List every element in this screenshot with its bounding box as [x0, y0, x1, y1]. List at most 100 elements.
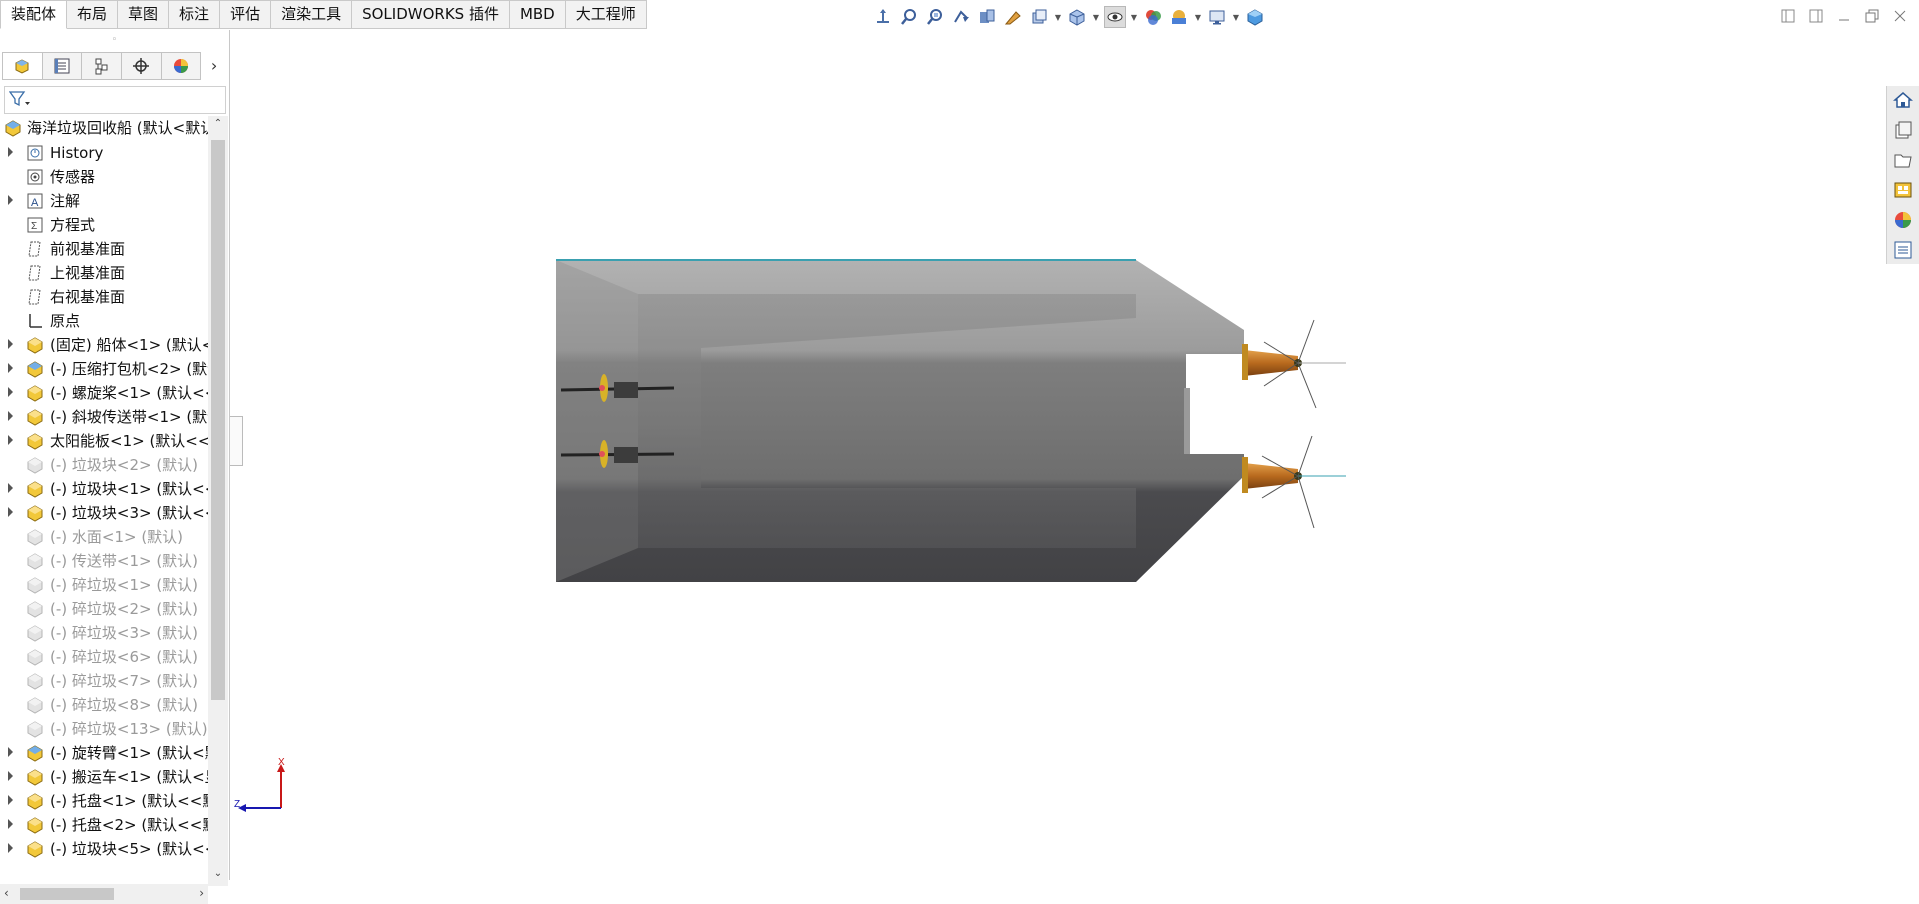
chevron-down-icon[interactable]: ▼: [1092, 6, 1100, 28]
expand-arrow-icon[interactable]: [8, 147, 13, 157]
tab-7[interactable]: MBD: [509, 0, 566, 29]
display-style-icon[interactable]: [1066, 6, 1088, 28]
tree-root[interactable]: 海洋垃圾回收船 (默认<默认: [0, 116, 208, 140]
tab-6[interactable]: SOLIDWORKS 插件: [352, 0, 510, 29]
view-palette-icon[interactable]: [1893, 180, 1913, 200]
model-viewport[interactable]: [556, 258, 1346, 598]
tree-item[interactable]: (-) 碎垃圾<6> (默认): [0, 645, 208, 669]
expand-arrow-icon[interactable]: [8, 435, 13, 445]
scroll-thumb[interactable]: [20, 888, 114, 900]
dynamic-annotation-icon[interactable]: [1002, 6, 1024, 28]
tree-item[interactable]: (-) 压缩打包机<2> (默认: [0, 357, 208, 381]
edit-appearance-icon[interactable]: [1142, 6, 1164, 28]
expand-arrow-icon[interactable]: [8, 195, 13, 205]
tree-item[interactable]: (-) 碎垃圾<2> (默认): [0, 597, 208, 621]
tree-item[interactable]: (-) 斜坡传送带<1> (默认: [0, 405, 208, 429]
configurationmanager-icon[interactable]: [82, 52, 122, 80]
scroll-thumb[interactable]: [211, 140, 225, 700]
tab-3[interactable]: 标注: [169, 0, 221, 29]
tree-item[interactable]: (-) 垃圾块<2> (默认): [0, 453, 208, 477]
filter-icon[interactable]: [8, 90, 31, 112]
view-cube-icon[interactable]: [1244, 6, 1266, 28]
tree-item[interactable]: (-) 螺旋桨<1> (默认<<: [0, 381, 208, 405]
tree-item[interactable]: 前视基准面: [0, 237, 208, 261]
close-icon[interactable]: [1889, 6, 1911, 26]
tree-item[interactable]: (-) 碎垃圾<13> (默认): [0, 717, 208, 741]
tree-item[interactable]: (-) 垃圾块<5> (默认<<: [0, 837, 208, 861]
restore-icon[interactable]: [1861, 6, 1883, 26]
zoom-to-fit-icon[interactable]: [898, 6, 920, 28]
file-explorer-icon[interactable]: [1893, 150, 1913, 170]
tree-item[interactable]: (-) 碎垃圾<1> (默认): [0, 573, 208, 597]
tab-8[interactable]: 大工程师: [565, 0, 647, 29]
tree-item[interactable]: (-) 旋转臂<1> (默认<默: [0, 741, 208, 765]
tab-4[interactable]: 评估: [220, 0, 272, 29]
minimize-icon[interactable]: [1833, 6, 1855, 26]
apply-scene-icon[interactable]: [1168, 6, 1190, 28]
tree-item[interactable]: 太阳能板<1> (默认<<默: [0, 429, 208, 453]
featuremanager-icon[interactable]: [2, 52, 43, 80]
tree-item[interactable]: (-) 搬运车<1> (默认<显: [0, 765, 208, 789]
tree-item[interactable]: 右视基准面: [0, 285, 208, 309]
displaymanager-icon[interactable]: [161, 52, 202, 80]
appearances-icon[interactable]: [1893, 210, 1913, 230]
tree-vertical-scrollbar[interactable]: ⌃ ⌄: [208, 116, 228, 886]
view-orientation-icon[interactable]: [872, 6, 894, 28]
expand-arrow-icon[interactable]: [8, 819, 13, 829]
propeller-lower[interactable]: [1242, 435, 1346, 529]
propertymanager-icon[interactable]: [42, 52, 83, 80]
expand-arrow-icon[interactable]: [8, 483, 13, 493]
hull-body[interactable]: [556, 259, 1244, 582]
tree-item[interactable]: (-) 水面<1> (默认): [0, 525, 208, 549]
tree-item[interactable]: (-) 托盘<1> (默认<<默: [0, 789, 208, 813]
tab-5[interactable]: 渲染工具: [271, 0, 353, 29]
tree-item[interactable]: (-) 传送带<1> (默认): [0, 549, 208, 573]
tree-item[interactable]: Σ 方程式: [0, 213, 208, 237]
view-settings-icon[interactable]: [1206, 6, 1228, 28]
view-type-icon[interactable]: [1028, 6, 1050, 28]
expand-arrow-icon[interactable]: [8, 339, 13, 349]
tile-left-icon[interactable]: [1777, 6, 1799, 26]
tab-1[interactable]: 布局: [67, 0, 119, 29]
scroll-down-icon[interactable]: ⌄: [212, 868, 224, 884]
expand-arrow-icon[interactable]: [8, 363, 13, 373]
expand-arrow-icon[interactable]: [8, 795, 13, 805]
tile-right-icon[interactable]: [1805, 6, 1827, 26]
expand-arrow-icon[interactable]: [8, 411, 13, 421]
chevron-down-icon[interactable]: ▼: [1194, 6, 1202, 28]
chevron-right-icon[interactable]: ›: [201, 52, 227, 78]
tree-item[interactable]: (-) 碎垃圾<7> (默认): [0, 669, 208, 693]
design-library-icon[interactable]: [1893, 120, 1913, 140]
panel-collapse-handle[interactable]: [230, 416, 243, 466]
tree-item[interactable]: A 注解: [0, 189, 208, 213]
tree-item[interactable]: 传感器: [0, 165, 208, 189]
tree-item[interactable]: (-) 垃圾块<3> (默认<<: [0, 501, 208, 525]
scroll-up-icon[interactable]: ⌃: [212, 118, 224, 134]
tree-item[interactable]: (-) 垃圾块<1> (默认<<: [0, 477, 208, 501]
tree-item[interactable]: History: [0, 141, 208, 165]
section-view-icon[interactable]: [976, 6, 998, 28]
propeller-upper[interactable]: [1242, 319, 1346, 409]
expand-arrow-icon[interactable]: [8, 747, 13, 757]
tree-item[interactable]: (固定) 船体<1> (默认<<: [0, 333, 208, 357]
previous-view-icon[interactable]: [950, 6, 972, 28]
solidworks-resources-icon[interactable]: [1893, 90, 1913, 110]
scroll-left-icon[interactable]: ‹: [4, 886, 9, 900]
dimxpert-icon[interactable]: [121, 52, 162, 80]
tab-0[interactable]: 装配体: [0, 0, 68, 29]
scroll-right-icon[interactable]: ›: [199, 886, 204, 900]
tree-item[interactable]: (-) 碎垃圾<3> (默认): [0, 621, 208, 645]
expand-arrow-icon[interactable]: [8, 507, 13, 517]
chevron-down-icon[interactable]: ▼: [1130, 6, 1138, 28]
tree-filter[interactable]: [4, 86, 226, 114]
expand-arrow-icon[interactable]: [8, 387, 13, 397]
chevron-down-icon[interactable]: ▼: [1232, 6, 1240, 28]
custom-properties-icon[interactable]: [1893, 240, 1913, 260]
tab-2[interactable]: 草图: [118, 0, 170, 29]
expand-arrow-icon[interactable]: [8, 771, 13, 781]
tree-item[interactable]: 原点: [0, 309, 208, 333]
tree-item[interactable]: 上视基准面: [0, 261, 208, 285]
tree-horizontal-scrollbar[interactable]: ‹ ›: [0, 884, 208, 904]
tree-item[interactable]: (-) 碎垃圾<8> (默认): [0, 693, 208, 717]
hide-show-icon[interactable]: [1104, 6, 1126, 28]
